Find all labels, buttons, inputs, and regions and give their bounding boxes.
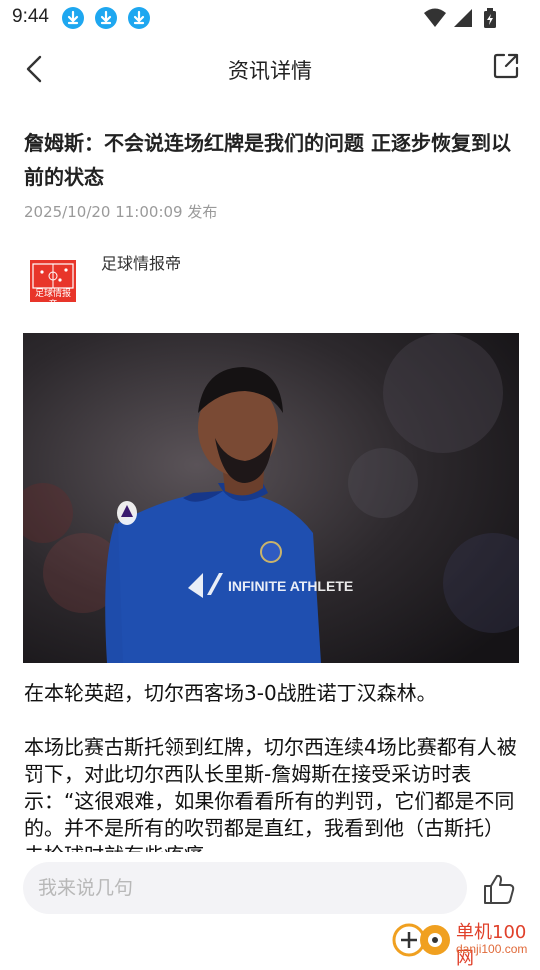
download-icon	[62, 7, 84, 29]
article-title: 詹姆斯：不会说连场红牌是我们的问题 正逐步恢复到以前的状态	[24, 131, 511, 189]
system-icons	[422, 6, 502, 34]
jersey-sponsor-text: INFINITE ATHLETE	[228, 578, 353, 594]
status-time: 9:44	[12, 6, 49, 27]
top-nav-bar: 资讯详情	[0, 40, 540, 98]
comment-input[interactable]	[23, 862, 467, 914]
watermark-logo	[392, 923, 450, 957]
author-logo-text: 足球情报帝	[34, 289, 71, 310]
publish-time: 2025/10/20 11:00:09 发布	[24, 203, 218, 221]
download-icon	[95, 7, 117, 29]
article-paragraph: 在本轮英超，切尔西客场3-0战胜诺丁汉森林。	[24, 681, 437, 705]
signal-icon	[454, 9, 472, 27]
author-avatar[interactable]: 足球情报帝	[30, 260, 76, 310]
article-paragraph: 本场比赛古斯托领到红牌，切尔西连续4场比赛都有人被罚下，对此切尔西队长里斯-詹姆…	[24, 735, 517, 852]
page-title: 资讯详情	[228, 59, 312, 83]
status-bar: 9:44	[0, 0, 540, 36]
article-body: 在本轮英超，切尔西客场3-0战胜诺丁汉森林。 本场比赛古斯托领到红牌，切尔西连续…	[24, 680, 520, 852]
watermark-url: danji100.com	[456, 942, 528, 956]
wifi-icon	[424, 8, 446, 27]
article-image: INFINITE ATHLETE	[23, 333, 519, 663]
watermark: 单机100网 danji100.com	[390, 916, 540, 969]
author-name[interactable]: 足球情报帝	[101, 250, 181, 274]
thumbs-up-icon[interactable]	[482, 872, 516, 906]
download-icon	[128, 7, 150, 29]
battery-icon	[484, 8, 496, 28]
share-icon[interactable]	[492, 52, 520, 80]
